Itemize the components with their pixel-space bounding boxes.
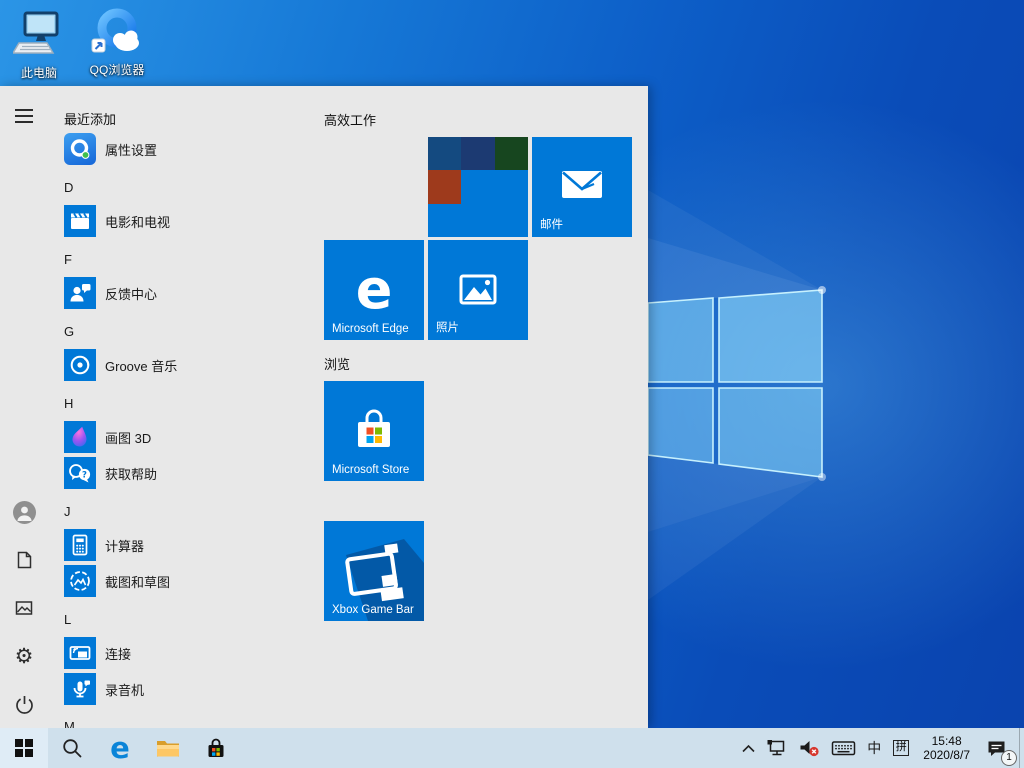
show-desktop-strip[interactable] [1019, 728, 1024, 768]
tile-label: 照片 [436, 319, 459, 335]
tray-volume-muted[interactable] [793, 728, 826, 768]
system-tray: 中 拼 15:48 2020/8/7 1 [736, 728, 1024, 768]
tile-mosaic[interactable] [428, 137, 528, 237]
tile-microsoft-store[interactable]: Microsoft Store [324, 381, 424, 481]
this-pc-icon [0, 8, 78, 60]
start-menu-tiles: 高效工作 邮件 e Microsoft Edge [0, 86, 648, 728]
tile-photos[interactable]: 照片 [428, 240, 528, 340]
ime-language-indicator[interactable]: 中 [861, 728, 887, 768]
search-icon [61, 737, 83, 759]
ethernet-network-icon [766, 738, 788, 758]
tile-xbox-game-bar[interactable]: Xbox Game Bar [324, 521, 424, 621]
taskbar-file-explorer-button[interactable] [144, 728, 192, 768]
desktop-icon-this-pc[interactable]: 此电脑 [0, 8, 78, 81]
mosaic-square [495, 137, 528, 170]
start-button[interactable] [0, 728, 48, 768]
start-menu: ⚙ 最近添加 属性设置 D [0, 86, 648, 728]
tray-network[interactable] [761, 728, 793, 768]
file-explorer-icon [155, 737, 181, 759]
tile-label: Microsoft Edge [332, 323, 409, 335]
tile-mail[interactable]: 邮件 [532, 137, 632, 237]
tile-label: 邮件 [540, 216, 563, 232]
mosaic-square [428, 137, 461, 170]
action-center-button[interactable]: 1 [978, 728, 1019, 768]
taskbar-edge-button[interactable]: e [96, 728, 144, 768]
mosaic-square [428, 170, 461, 204]
taskbar: e [0, 728, 1024, 768]
tray-show-hidden-icons[interactable] [736, 728, 761, 768]
tile-group-label[interactable]: 浏览 [324, 354, 350, 373]
keyboard-icon [831, 739, 856, 757]
tile-group-label[interactable]: 高效工作 [324, 110, 376, 129]
taskbar-store-button[interactable] [192, 728, 240, 768]
windows-logo-icon [15, 739, 33, 757]
tile-label: Microsoft Store [332, 464, 409, 476]
clock-time: 15:48 [923, 734, 970, 748]
desktop-icon-label: QQ浏览器 [78, 61, 156, 78]
desktop-icon-qq-browser[interactable]: QQ浏览器 [78, 5, 156, 78]
desktop-icon-label: 此电脑 [0, 64, 78, 81]
tray-touch-keyboard[interactable] [826, 728, 861, 768]
volume-muted-icon [798, 738, 821, 758]
taskbar-clock[interactable]: 15:48 2020/8/7 [915, 734, 978, 762]
notification-badge: 1 [1001, 750, 1017, 766]
edge-icon: e [324, 258, 424, 321]
store-icon [204, 736, 228, 760]
mosaic-square [461, 137, 495, 170]
clock-date: 2020/8/7 [923, 748, 970, 762]
ime-mode-indicator[interactable]: 拼 [893, 740, 909, 756]
taskbar-search-button[interactable] [48, 728, 96, 768]
tile-microsoft-edge[interactable]: e Microsoft Edge [324, 240, 424, 340]
qq-browser-icon [78, 5, 156, 57]
edge-icon: e [110, 728, 130, 768]
chevron-up-icon [741, 743, 756, 754]
tile-label: Xbox Game Bar [332, 604, 414, 616]
